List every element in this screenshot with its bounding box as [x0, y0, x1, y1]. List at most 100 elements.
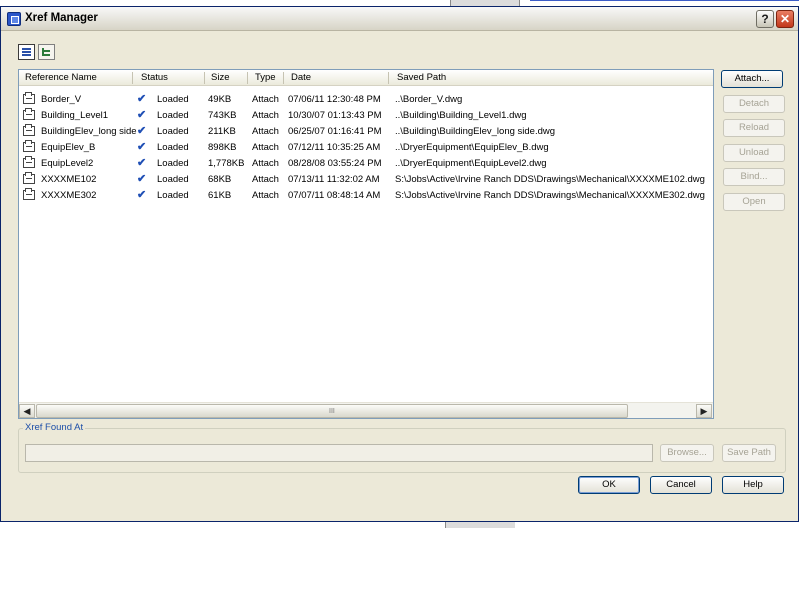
column-saved-path[interactable]: Saved Path	[391, 72, 713, 84]
type: Attach	[252, 142, 279, 153]
table-row[interactable]: EquipLevel2 ✔ Loaded 1,778KB Attach 08/2…	[19, 156, 713, 172]
scroll-grip: III	[329, 408, 335, 415]
list-view-icon	[22, 48, 31, 56]
save-path-button[interactable]: Save Path	[722, 444, 776, 462]
xref-file-icon	[23, 108, 35, 120]
saved-path: ..\DryerEquipment\EquipElev_B.dwg	[395, 142, 549, 153]
bind-button[interactable]: Bind...	[723, 168, 785, 186]
status: Loaded	[157, 94, 189, 105]
loaded-check-icon: ✔	[137, 93, 147, 105]
size: 898KB	[208, 142, 237, 153]
size: 49KB	[208, 94, 232, 105]
table-row[interactable]: Building_Level1 ✔ Loaded 743KB Attach 10…	[19, 108, 713, 124]
xref-found-at-label: Xref Found At	[23, 422, 86, 433]
column-size[interactable]: Size	[205, 72, 248, 84]
date: 10/30/07 01:13:43 PM	[288, 110, 382, 121]
date: 07/07/11 08:48:14 AM	[288, 190, 381, 201]
column-reference-name[interactable]: Reference Name	[19, 72, 133, 84]
status: Loaded	[157, 158, 189, 169]
status: Loaded	[157, 110, 189, 121]
xref-file-icon	[23, 124, 35, 136]
background-status-strip	[445, 522, 515, 528]
table-row[interactable]: XXXXME302 ✔ Loaded 61KB Attach 07/07/11 …	[19, 188, 713, 204]
list-header: Reference Name Status Size Type Date Sav…	[19, 70, 713, 86]
tree-view-icon	[42, 48, 51, 56]
loaded-check-icon: ✔	[137, 157, 147, 169]
loaded-check-icon: ✔	[137, 141, 147, 153]
xref-manager-dialog: Xref Manager ? ✕ Reference Name Status S…	[0, 6, 799, 522]
xref-file-icon	[23, 156, 35, 168]
xref-file-icon	[23, 188, 35, 200]
size: 61KB	[208, 190, 232, 201]
reference-name: Border_V	[41, 94, 82, 105]
list-view-button[interactable]	[18, 44, 35, 60]
help-icon[interactable]: ?	[756, 10, 774, 28]
loaded-check-icon: ✔	[137, 189, 147, 201]
size: 743KB	[208, 110, 237, 121]
loaded-check-icon: ✔	[137, 109, 147, 121]
saved-path: ..\Building\BuildingElev_long side.dwg	[395, 126, 556, 137]
cancel-button[interactable]: Cancel	[650, 476, 712, 494]
reference-name: Building_Level1	[41, 110, 109, 121]
title-bar[interactable]: Xref Manager ? ✕	[1, 7, 798, 31]
xref-file-icon	[23, 140, 35, 152]
date: 06/25/07 01:16:41 PM	[288, 126, 382, 137]
column-date[interactable]: Date	[285, 72, 389, 84]
size: 68KB	[208, 174, 232, 185]
ok-button[interactable]: OK	[578, 476, 640, 494]
loaded-check-icon: ✔	[137, 125, 147, 137]
found-at-path-field[interactable]	[25, 444, 653, 462]
status: Loaded	[157, 142, 189, 153]
date: 07/12/11 10:35:25 AM	[288, 142, 381, 153]
reference-name: BuildingElev_long side	[41, 126, 137, 137]
date: 08/28/08 03:55:24 PM	[288, 158, 382, 169]
detach-button[interactable]: Detach	[723, 95, 785, 113]
open-button[interactable]: Open	[723, 193, 785, 211]
size: 211KB	[208, 126, 236, 137]
browse-button[interactable]: Browse...	[660, 444, 714, 462]
reload-button[interactable]: Reload	[723, 119, 785, 137]
scroll-thumb[interactable]: III	[36, 404, 628, 418]
saved-path: ..\DryerEquipment\EquipLevel2.dwg	[395, 158, 547, 169]
date: 07/06/11 12:30:48 PM	[288, 94, 381, 105]
xref-file-icon	[23, 172, 35, 184]
date: 07/13/11 11:32:02 AM	[288, 174, 380, 185]
xref-list[interactable]: Reference Name Status Size Type Date Sav…	[18, 69, 714, 419]
horizontal-scrollbar[interactable]: ◀ III ▶	[19, 402, 713, 418]
xref-app-icon	[7, 12, 21, 26]
table-row[interactable]: Border_V ✔ Loaded 49KB Attach 07/06/11 1…	[19, 92, 713, 108]
reference-name: XXXXME302	[41, 190, 97, 201]
size: 1,778KB	[208, 158, 245, 169]
help-button[interactable]: Help	[722, 476, 784, 494]
tree-view-button[interactable]	[38, 44, 55, 60]
type: Attach	[252, 174, 279, 185]
close-icon[interactable]: ✕	[776, 10, 794, 28]
saved-path: ..\Building\Building_Level1.dwg	[395, 110, 527, 121]
type: Attach	[252, 158, 279, 169]
unload-button[interactable]: Unload	[723, 144, 785, 162]
type: Attach	[252, 110, 279, 121]
xref-found-at-group: Xref Found At Browse... Save Path	[18, 422, 786, 473]
reference-name: XXXXME102	[41, 174, 97, 185]
status: Loaded	[157, 174, 189, 185]
type: Attach	[252, 126, 279, 137]
status: Loaded	[157, 126, 189, 137]
table-row[interactable]: BuildingElev_long side ✔ Loaded 211KB At…	[19, 124, 713, 140]
type: Attach	[252, 94, 279, 105]
saved-path: ..\Border_V.dwg	[395, 94, 463, 105]
status: Loaded	[157, 190, 189, 201]
window-title: Xref Manager	[25, 12, 98, 24]
attach-button[interactable]: Attach...	[721, 70, 783, 88]
saved-path: S:\Jobs\Active\Irvine Ranch DDS\Drawings…	[395, 174, 705, 185]
column-type[interactable]: Type	[249, 72, 284, 84]
xref-file-icon	[23, 92, 35, 104]
loaded-check-icon: ✔	[137, 173, 147, 185]
reference-name: EquipLevel2	[41, 158, 94, 169]
scroll-left-icon[interactable]: ◀	[19, 404, 35, 418]
table-row[interactable]: EquipElev_B ✔ Loaded 898KB Attach 07/12/…	[19, 140, 713, 156]
scroll-right-icon[interactable]: ▶	[696, 404, 712, 418]
column-status[interactable]: Status	[135, 72, 205, 84]
table-row[interactable]: XXXXME102 ✔ Loaded 68KB Attach 07/13/11 …	[19, 172, 713, 188]
reference-name: EquipElev_B	[41, 142, 96, 153]
saved-path: S:\Jobs\Active\Irvine Ranch DDS\Drawings…	[395, 190, 705, 201]
